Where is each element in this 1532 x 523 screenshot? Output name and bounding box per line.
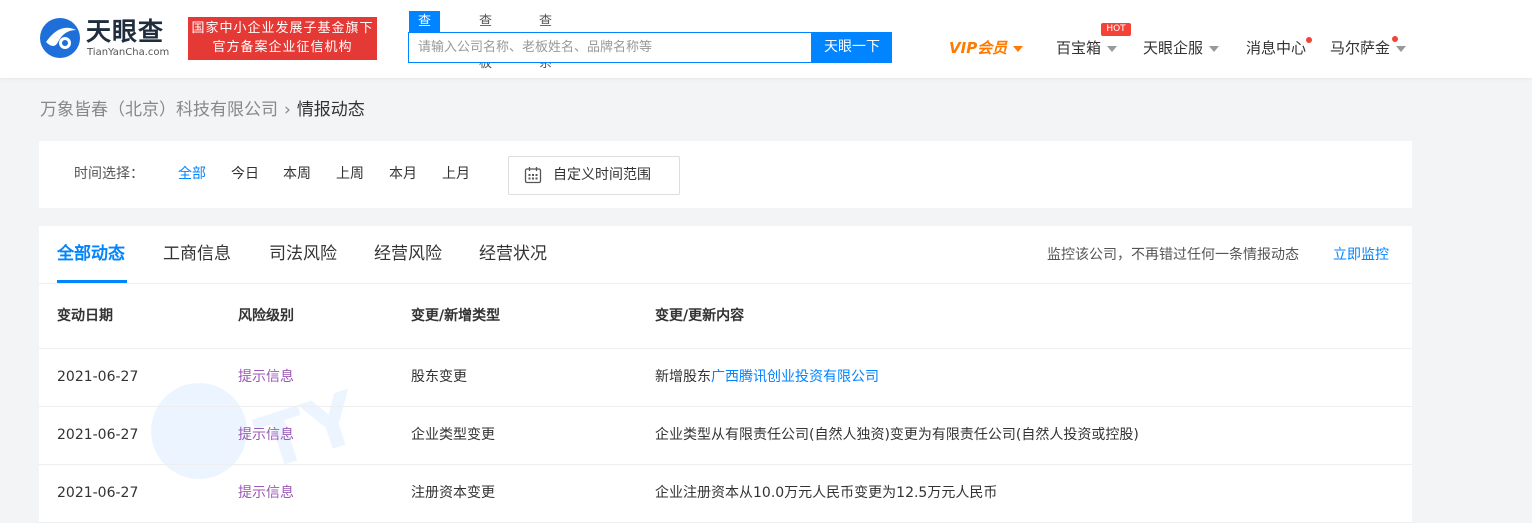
row-date: 2021-06-27: [57, 369, 139, 385]
filter-last-month[interactable]: 上月: [442, 165, 470, 183]
row-content-text: 企业注册资本从10.0万元人民币变更为12.5万元人民币: [655, 485, 998, 501]
time-filter-panel: 时间选择： 全部 今日 本周 上周 本月 上月 自定义时间范围: [39, 141, 1412, 208]
nav-treasure[interactable]: 百宝箱: [1056, 38, 1118, 58]
time-filter-label: 时间选择：: [74, 166, 144, 182]
tab-judicial-risk[interactable]: 司法风险: [269, 242, 337, 266]
slogan-badge: 国家中小企业发展子基金旗下 官方备案企业征信机构: [188, 17, 377, 60]
filter-last-week[interactable]: 上周: [336, 165, 364, 183]
nav-enterprise-label: 天眼企服: [1143, 39, 1204, 57]
filter-this-month[interactable]: 本月: [389, 165, 417, 183]
nav-treasure-label: 百宝箱: [1056, 39, 1102, 57]
search-box: [408, 32, 812, 63]
intel-panel: TY 全部动态 工商信息 司法风险 经营风险 经营状况 监控该公司，不再错过任何…: [39, 226, 1412, 523]
slogan-line-2: 官方备案企业征信机构: [212, 40, 353, 55]
table-header: 变动日期 风险级别 变更/新增类型 变更/更新内容: [39, 284, 1412, 349]
row-content: 企业注册资本从10.0万元人民币变更为12.5万元人民币: [655, 484, 997, 502]
active-tab-indicator: [57, 280, 127, 283]
row-risk-level[interactable]: 提示信息: [238, 368, 294, 386]
row-content: 新增股东广西腾讯创业投资有限公司: [655, 368, 879, 386]
tab-business-info[interactable]: 工商信息: [163, 242, 231, 266]
row-risk-level[interactable]: 提示信息: [238, 426, 294, 444]
custom-range-button[interactable]: 自定义时间范围: [508, 156, 680, 195]
caret-down-icon: [1013, 45, 1024, 52]
row-risk-level[interactable]: 提示信息: [238, 484, 294, 502]
caret-down-icon: [1209, 45, 1220, 52]
breadcrumb-chevron-icon: ›: [284, 100, 291, 120]
breadcrumb-current: 情报动态: [296, 100, 365, 120]
slogan-line-1: 国家中小企业发展子基金旗下: [191, 21, 374, 36]
custom-range-label: 自定义时间范围: [553, 167, 651, 183]
col-risk-header: 风险级别: [238, 308, 294, 324]
tab-all-updates[interactable]: 全部动态: [57, 242, 125, 266]
nav-messages-label: 消息中心: [1246, 39, 1307, 57]
caret-down-icon: [1107, 45, 1118, 52]
row-content-text: 新增股东: [655, 369, 711, 385]
monitor-now-link[interactable]: 立即监控: [1333, 245, 1389, 265]
row-change-type: 股东变更: [411, 369, 467, 385]
filter-today[interactable]: 今日: [231, 165, 259, 183]
col-content-header: 变更/更新内容: [655, 308, 745, 324]
search-button[interactable]: 天眼一下: [812, 32, 892, 63]
hot-badge: HOT: [1101, 23, 1131, 36]
top-header: 天眼查 TianYanCha.com 国家中小企业发展子基金旗下 官方备案企业征…: [0, 0, 1532, 78]
tianyancha-logo-icon: [40, 18, 80, 58]
row-change-type: 企业类型变更: [411, 427, 495, 443]
monitor-prompt: 监控该公司，不再错过任何一条情报动态: [1047, 247, 1299, 263]
filter-all[interactable]: 全部: [178, 165, 206, 183]
logo-text: 天眼查: [86, 17, 165, 46]
user-notification-dot: [1392, 36, 1398, 42]
nav-messages[interactable]: 消息中心: [1246, 38, 1306, 58]
nav-user-label: 马尔萨金: [1330, 39, 1391, 57]
shareholder-link[interactable]: 广西腾讯创业投资有限公司: [711, 369, 879, 385]
search-tab-relation[interactable]: 查关系: [530, 11, 561, 71]
table-row: 2021-06-27 提示信息 注册资本变更 企业注册资本从10.0万元人民币变…: [39, 464, 1412, 523]
search-tab-company[interactable]: 查公司: [409, 11, 441, 71]
search-input[interactable]: [409, 33, 811, 62]
col-type-header: 变更/新增类型: [411, 308, 501, 324]
row-date: 2021-06-27: [57, 485, 139, 501]
tab-operating-risk[interactable]: 经营风险: [374, 242, 442, 266]
row-change-type: 注册资本变更: [411, 485, 495, 501]
message-notification-dot: [1306, 37, 1312, 43]
filter-this-week[interactable]: 本周: [283, 165, 311, 183]
tab-operating-status[interactable]: 经营状况: [479, 242, 547, 266]
nav-vip-label: VIP会员: [949, 39, 1008, 57]
table-row: 2021-06-27 提示信息 股东变更 新增股东广西腾讯创业投资有限公司: [39, 348, 1412, 407]
calendar-icon: [524, 167, 542, 184]
row-content: 企业类型从有限责任公司(自然人独资)变更为有限责任公司(自然人投资或控股): [655, 426, 1139, 444]
breadcrumb: 万象皆春（北京）科技有限公司 › 情报动态: [40, 99, 365, 121]
nav-vip[interactable]: VIP会员: [949, 38, 1024, 58]
logo-subtext: TianYanCha.com: [87, 47, 170, 58]
col-date-header: 变动日期: [57, 308, 113, 324]
site-logo[interactable]: 天眼查 TianYanCha.com: [38, 16, 178, 62]
search-tab-boss[interactable]: 查老板: [470, 11, 501, 71]
row-content-text: 企业类型从有限责任公司(自然人独资)变更为有限责任公司(自然人投资或控股): [655, 427, 1139, 443]
table-row: 2021-06-27 提示信息 企业类型变更 企业类型从有限责任公司(自然人独资…: [39, 406, 1412, 465]
row-date: 2021-06-27: [57, 427, 139, 443]
breadcrumb-company[interactable]: 万象皆春（北京）科技有限公司: [40, 100, 278, 120]
category-tabs: 全部动态 工商信息 司法风险 经营风险 经营状况 监控该公司，不再错过任何一条情…: [39, 226, 1412, 284]
caret-down-icon: [1396, 45, 1407, 52]
nav-enterprise[interactable]: 天眼企服: [1143, 38, 1220, 58]
